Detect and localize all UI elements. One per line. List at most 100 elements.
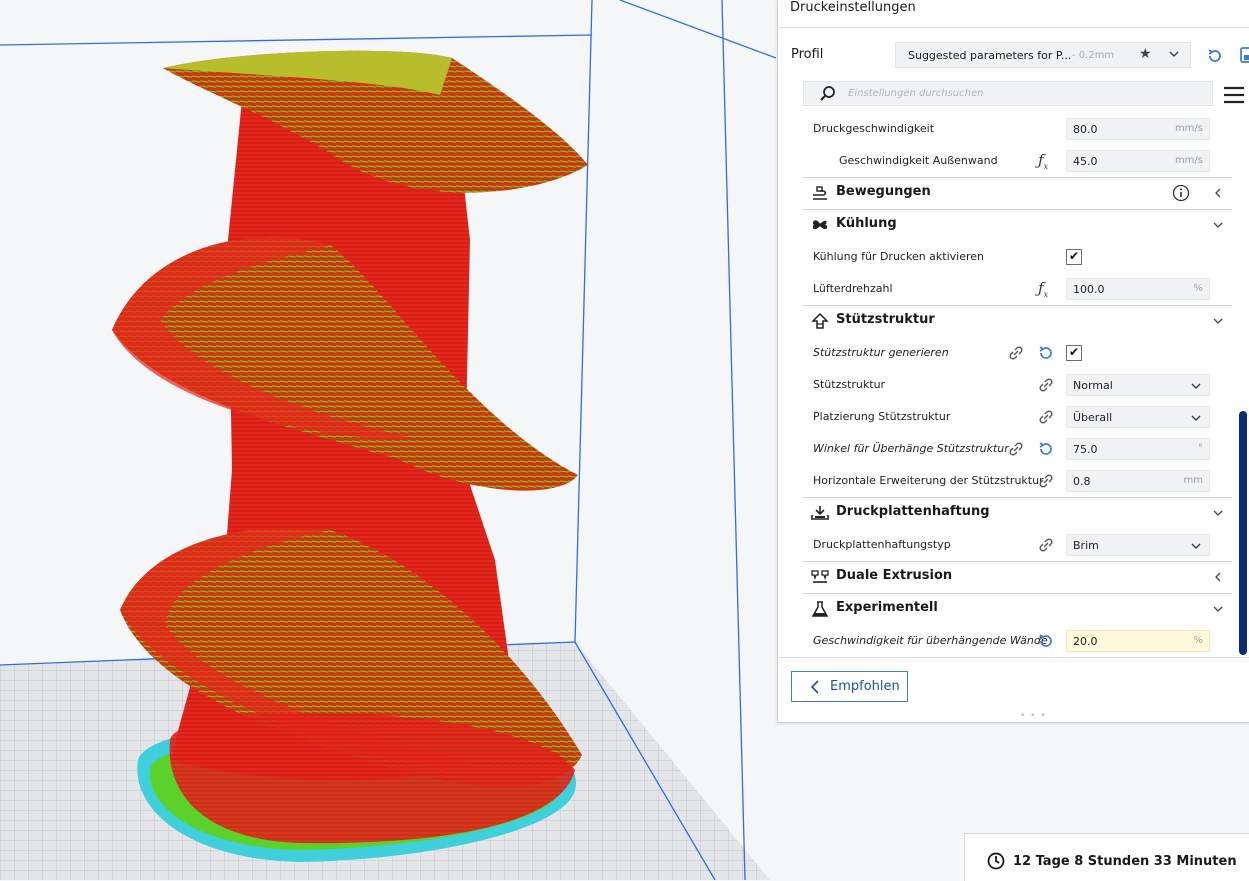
setting-label: Stützstruktur <box>813 378 886 391</box>
category-support[interactable]: Stützstruktur <box>802 305 1232 337</box>
setting-support-placement: Platzierung Stützstruktur Überall <box>802 401 1232 433</box>
chevron-down-icon <box>1191 415 1201 421</box>
chevron-left-icon <box>810 680 819 694</box>
enable-cooling-checkbox[interactable]: ✔ <box>1066 249 1082 265</box>
setting-overhang-wall-speed: Geschwindigkeit für überhängende Wände 2… <box>802 625 1232 656</box>
settings-search <box>803 81 1213 106</box>
overhang-wall-speed-field[interactable]: 20.0 % <box>1066 630 1210 652</box>
setting-overhang-angle: Winkel für Überhänge Stützstruktur 75.0 … <box>802 433 1232 465</box>
setting-label: Geschwindigkeit Außenwand <box>839 154 998 167</box>
reset-icon[interactable] <box>1038 440 1054 457</box>
support-placement-dropdown[interactable]: Überall <box>1066 406 1210 428</box>
category-experimental[interactable]: Experimentell <box>802 593 1232 625</box>
function-icon[interactable]: ƒx <box>1038 279 1048 299</box>
field-unit: mm/s <box>1174 123 1203 134</box>
setting-support-structure: Stützstruktur Normal <box>802 369 1232 401</box>
print-time-panel[interactable]: 12 Tage 8 Stunden 33 Minuten <box>964 833 1249 881</box>
function-icon[interactable]: ƒx <box>1038 151 1048 171</box>
star-icon[interactable]: ★ <box>1139 46 1152 62</box>
category-label: Bewegungen <box>836 184 931 199</box>
setting-label: Geschwindigkeit für überhängende Wände <box>813 634 1048 647</box>
link-icon[interactable] <box>1038 377 1054 393</box>
link-icon[interactable] <box>1008 345 1024 361</box>
field-value: 100.0 <box>1073 283 1105 296</box>
settings-scrollbar[interactable] <box>1239 411 1247 655</box>
profile-layer-height: - 0.2mm <box>1072 50 1115 61</box>
panel-title: Druckeinstellungen <box>790 0 916 15</box>
category-label: Kühlung <box>836 216 897 231</box>
fan-icon <box>812 220 828 230</box>
field-value: 20.0 <box>1073 635 1098 648</box>
adhesion-type-dropdown[interactable]: Brim <box>1066 534 1210 556</box>
divider <box>778 27 1249 28</box>
reset-profile-icon[interactable] <box>1206 47 1224 65</box>
flask-icon <box>811 601 829 617</box>
setting-label: Druckgeschwindigkeit <box>813 122 935 135</box>
settings-list[interactable]: Druckgeschwindigkeit 80.0 mm/s Geschwind… <box>802 113 1232 656</box>
save-profile-icon[interactable] <box>1240 46 1249 64</box>
adhesion-icon <box>811 506 829 520</box>
recommended-label: Empfohlen <box>830 679 900 694</box>
category-adhesion[interactable]: Druckplattenhaftung <box>802 497 1232 529</box>
link-icon[interactable] <box>1038 537 1054 553</box>
profile-dropdown[interactable]: Suggested parameters for P... - 0.2mm ★ <box>895 42 1191 68</box>
search-input[interactable] <box>848 84 1198 103</box>
field-unit: ° <box>1198 443 1203 454</box>
reset-icon[interactable] <box>1038 344 1054 361</box>
field-value: 75.0 <box>1073 443 1098 456</box>
field-value: 80.0 <box>1073 123 1098 136</box>
field-value: Überall <box>1073 411 1113 424</box>
setting-label: Lüfterdrehzahl <box>813 282 893 295</box>
category-label: Duale Extrusion <box>836 568 953 583</box>
chevron-down-icon <box>1169 51 1179 57</box>
setting-label: Horizontale Erweiterung der Stützstruktu… <box>813 474 1044 487</box>
link-icon[interactable] <box>1038 473 1054 489</box>
info-icon[interactable] <box>1172 184 1190 202</box>
category-label: Experimentell <box>836 600 938 615</box>
setting-support-expansion: Horizontale Erweiterung der Stützstruktu… <box>802 465 1232 497</box>
chevron-down-icon <box>1213 318 1223 324</box>
support-icon <box>811 313 829 329</box>
print-speed-field[interactable]: 80.0 mm/s <box>1066 118 1210 140</box>
field-unit: % <box>1193 283 1203 294</box>
setting-generate-support: Stützstruktur generieren ✔ <box>802 337 1232 369</box>
setting-adhesion-type: Druckplattenhaftungstyp Brim <box>802 529 1232 561</box>
overhang-angle-field[interactable]: 75.0 ° <box>1066 438 1210 460</box>
setting-print-speed: Druckgeschwindigkeit 80.0 mm/s <box>802 113 1232 145</box>
field-unit: mm/s <box>1174 155 1203 166</box>
fan-speed-field[interactable]: 100.0 % <box>1066 278 1210 300</box>
support-expansion-field[interactable]: 0.8 mm <box>1066 470 1210 492</box>
category-travel[interactable]: Bewegungen <box>802 177 1232 209</box>
setting-label: Winkel für Überhänge Stützstruktur <box>813 442 1009 455</box>
generate-support-checkbox[interactable]: ✔ <box>1066 345 1082 361</box>
field-value: Brim <box>1073 539 1099 552</box>
resize-handle[interactable]: • • • <box>1020 711 1047 721</box>
category-cooling[interactable]: Kühlung <box>802 209 1232 241</box>
setting-label: Kühlung für Drucken aktivieren <box>813 250 985 263</box>
profile-name: Suggested parameters for P... <box>908 49 1072 62</box>
category-dual-extrusion[interactable]: Duale Extrusion <box>802 561 1232 593</box>
field-value: 45.0 <box>1073 155 1098 168</box>
divider <box>778 657 1249 658</box>
chevron-down-icon <box>1213 222 1223 228</box>
link-icon[interactable] <box>1008 441 1024 457</box>
recommended-button[interactable]: Empfohlen <box>791 671 908 702</box>
chevron-down-icon <box>1213 606 1223 612</box>
chevron-down-icon <box>1191 543 1201 549</box>
chevron-down-icon <box>1191 383 1201 389</box>
category-label: Druckplattenhaftung <box>836 504 990 519</box>
link-icon[interactable] <box>1038 409 1054 425</box>
outer-wall-speed-field[interactable]: 45.0 mm/s <box>1066 150 1210 172</box>
profile-label: Profil <box>791 47 824 62</box>
field-value: 0.8 <box>1073 475 1091 488</box>
menu-icon[interactable] <box>1223 85 1245 105</box>
print-settings-panel: Druckeinstellungen Profil Suggested para… <box>777 0 1249 723</box>
travel-icon <box>813 186 827 200</box>
support-structure-dropdown[interactable]: Normal <box>1066 374 1210 396</box>
category-label: Stützstruktur <box>836 312 935 327</box>
setting-enable-cooling: Kühlung für Drucken aktivieren ✔ <box>802 241 1232 273</box>
field-unit: mm <box>1183 475 1203 486</box>
setting-label: Stützstruktur generieren <box>813 346 949 359</box>
reset-icon[interactable] <box>1038 632 1054 649</box>
setting-fan-speed: Lüfterdrehzahl ƒx 100.0 % <box>802 273 1232 305</box>
